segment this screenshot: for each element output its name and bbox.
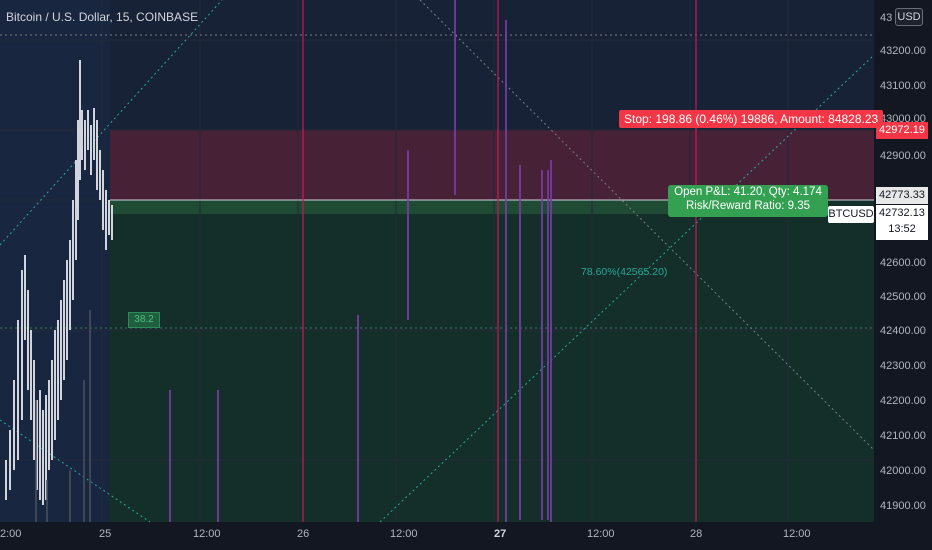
target-zone — [110, 200, 874, 522]
price-axis-label: 42900.00 — [880, 150, 926, 162]
open-pnl-box: Open P&L: 41.20, Qty: 4.174 Risk/Reward … — [668, 185, 828, 217]
price-axis-label: 42200.00 — [880, 395, 926, 407]
entry-band — [110, 200, 670, 214]
stop-info-tooltip: Stop: 198.86 (0.46%) 19886, Amount: 8482… — [619, 110, 884, 128]
risk-reward-text: Risk/Reward Ratio: 9.35 — [686, 200, 810, 212]
time-axis-label: 12:00 — [193, 528, 221, 540]
time-axis-label: 28 — [690, 528, 703, 540]
chart-plot-area[interactable] — [0, 0, 932, 550]
chart-window[interactable]: Bitcoin / U.S. Dollar, 15, COINBASE 43 U… — [0, 0, 932, 550]
time-axis-label: 25 — [99, 528, 112, 540]
price-axis-label: 43100.00 — [880, 80, 926, 92]
price-axis-top-label: 43 — [880, 12, 893, 24]
last-price-tag: 42732.13 13:52 — [876, 205, 928, 240]
chart-title: Bitcoin / U.S. Dollar, 15, COINBASE — [6, 10, 199, 24]
price-axis-label: 42500.00 — [880, 291, 926, 303]
open-pnl-text: Open P&L: 41.20, Qty: 4.174 — [674, 186, 822, 198]
price-axis-label: 42300.00 — [880, 360, 926, 372]
fib-level-label: 78.60%(42565.20) — [581, 266, 668, 278]
ticker-label: BTCUSD — [828, 206, 874, 223]
stop-price-tag: 42972.19 — [876, 122, 928, 139]
bar-countdown: 13:52 — [888, 223, 916, 235]
time-axis-label: 12:00 — [587, 528, 615, 540]
price-axis-label: 42000.00 — [880, 465, 926, 477]
target-percent-box[interactable]: 38.2 — [128, 312, 160, 328]
time-axis-label: 12:00 — [390, 528, 418, 540]
last-price-value: 42732.13 — [879, 207, 925, 219]
price-axis-label: 42600.00 — [880, 257, 926, 269]
price-axis-label: 42100.00 — [880, 430, 926, 442]
price-axis-label: 41900.00 — [880, 500, 926, 512]
time-axis-bg — [0, 522, 874, 550]
time-axis-label: 26 — [297, 528, 310, 540]
time-axis-label: 12:00 — [783, 528, 811, 540]
history-shade — [0, 0, 110, 522]
price-axis-label: 42400.00 — [880, 325, 926, 337]
time-axis-label: 27 — [494, 528, 507, 540]
currency-button[interactable]: USD — [895, 8, 923, 26]
entry-price-tag: 42773.33 — [876, 187, 928, 204]
price-axis-label: 43200.00 — [880, 45, 926, 57]
time-axis-label: 2:00 — [0, 528, 22, 540]
